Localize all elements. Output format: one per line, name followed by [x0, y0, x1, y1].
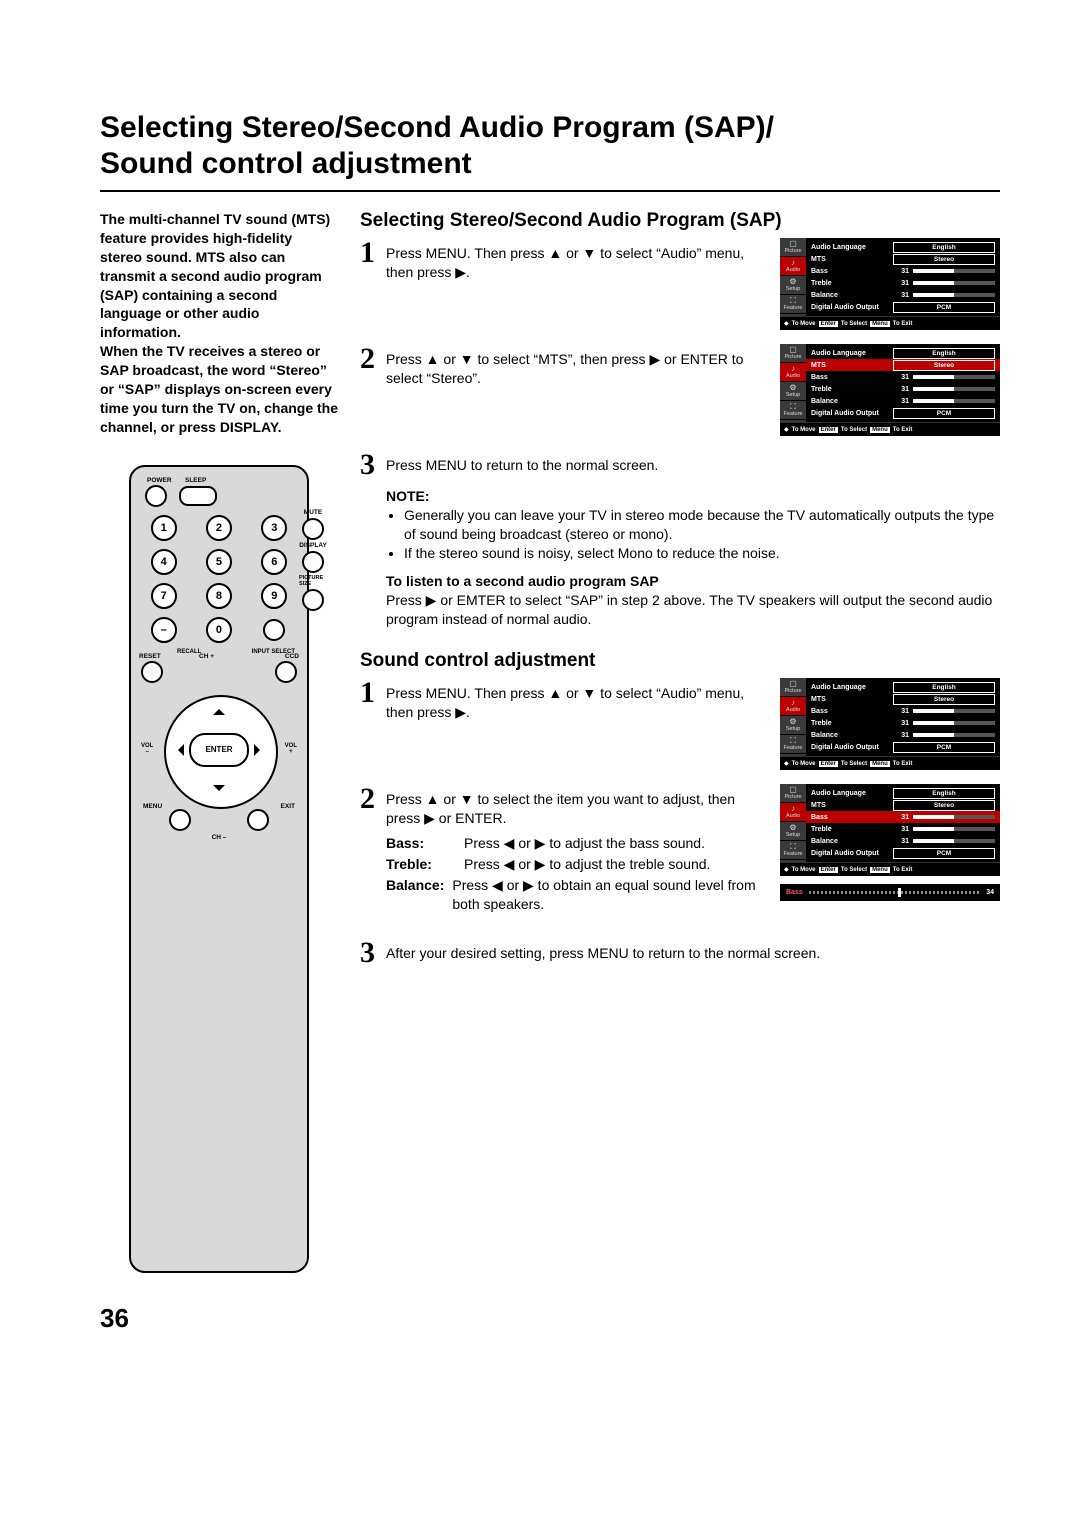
- step-a1-text: Press MENU. Then press ▲ or ▼ to select …: [386, 238, 770, 282]
- note-item-1: Generally you can leave your TV in stere…: [404, 506, 1000, 544]
- num-1[interactable]: 1: [151, 515, 177, 541]
- reset-button[interactable]: [141, 661, 163, 683]
- note-heading: NOTE:: [386, 488, 1000, 504]
- left-column: The multi-channel TV sound (MTS) feature…: [100, 210, 338, 1334]
- right-column: Selecting Stereo/Second Audio Program (S…: [360, 210, 1000, 1334]
- sap-body: Press ▶ or EMTER to select “SAP” in step…: [386, 591, 1000, 629]
- picture-size-button[interactable]: [302, 589, 324, 611]
- menu-label: MENU: [143, 803, 162, 810]
- balance-label: Balance:: [386, 876, 444, 914]
- num-3[interactable]: 3: [261, 515, 287, 541]
- section-b-heading: Sound control adjustment: [360, 650, 1000, 672]
- osd-screenshot-b1: ▢Picture ♪Audio ⚙Setup ⛶Feature Audio La…: [780, 678, 1000, 770]
- bass-label: Bass:: [386, 834, 456, 853]
- num-7[interactable]: 7: [151, 583, 177, 609]
- reset-label: RESET: [139, 653, 161, 660]
- note-list: Generally you can leave your TV in stere…: [386, 506, 1000, 563]
- step-a1-number: 1: [360, 238, 380, 282]
- exit-label: EXIT: [281, 803, 295, 810]
- chplus-label: CH +: [199, 653, 214, 660]
- step-a3-text: Press MENU to return to the normal scree…: [386, 450, 1000, 480]
- step-a2-text: Press ▲ or ▼ to select “MTS”, then press…: [386, 344, 770, 388]
- picsize-label: PICTURE SIZE: [299, 575, 327, 587]
- num-8[interactable]: 8: [206, 583, 232, 609]
- page-title: Selecting Stereo/Second Audio Program (S…: [100, 110, 1000, 182]
- page-number: 36: [100, 1303, 338, 1334]
- num-5[interactable]: 5: [206, 549, 232, 575]
- chminus-label: CH –: [212, 834, 227, 841]
- exit-button[interactable]: [247, 809, 269, 831]
- menu-button[interactable]: [169, 809, 191, 831]
- sleep-label: SLEEP: [185, 477, 206, 484]
- num-6[interactable]: 6: [261, 549, 287, 575]
- ccd-button[interactable]: [275, 661, 297, 683]
- osd-screenshot-a2: ▢Picture ♪Audio ⚙Setup ⛶Feature Audio La…: [780, 344, 1000, 436]
- content-columns: The multi-channel TV sound (MTS) feature…: [100, 210, 1000, 1334]
- right-arrow-icon[interactable]: [254, 744, 266, 756]
- balance-desc: Press ◀ or ▶ to obtain an equal sound le…: [452, 876, 770, 914]
- osd-screenshot-b2: ▢Picture ♪Audio ⚙Setup ⛶Feature Audio La…: [780, 784, 1000, 876]
- title-rule: [100, 190, 1000, 192]
- sleep-button[interactable]: [179, 486, 217, 506]
- power-button[interactable]: [145, 485, 167, 507]
- mute-label: MUTE: [304, 509, 322, 516]
- section-a-heading: Selecting Stereo/Second Audio Program (S…: [360, 210, 1000, 232]
- enter-button[interactable]: ENTER: [189, 733, 249, 767]
- step-a3-number: 3: [360, 450, 380, 480]
- num-2[interactable]: 2: [206, 515, 232, 541]
- adjustment-table: Bass: Press ◀ or ▶ to adjust the bass so…: [386, 834, 770, 914]
- manual-page: Selecting Stereo/Second Audio Program (S…: [0, 0, 1080, 1394]
- mute-button[interactable]: [302, 518, 324, 540]
- sap-subheading: To listen to a second audio program SAP: [386, 573, 1000, 589]
- treble-label: Treble:: [386, 855, 456, 874]
- bass-slider-panel: Bass 34: [780, 884, 1000, 901]
- dash-button[interactable]: –: [151, 617, 177, 643]
- step-b2-text: Press ▲ or ▼ to select the item you want…: [386, 791, 735, 826]
- remote-illustration: POWER SLEEP 1 2 3 4 5 6 7 8 9 –: [129, 465, 309, 1273]
- down-arrow-icon[interactable]: [213, 785, 225, 797]
- step-a2-number: 2: [360, 344, 380, 388]
- title-line-1: Selecting Stereo/Second Audio Program (S…: [100, 111, 774, 144]
- treble-desc: Press ◀ or ▶ to adjust the treble sound.: [464, 855, 710, 874]
- step-b2-number: 2: [360, 784, 380, 915]
- numpad: 1 2 3 4 5 6 7 8 9 – 0 MUTE DISPLAY: [141, 513, 297, 645]
- slider-track: [809, 891, 980, 894]
- title-line-2: Sound control adjustment: [100, 147, 472, 180]
- intro-text: The multi-channel TV sound (MTS) feature…: [100, 210, 338, 437]
- left-arrow-icon[interactable]: [172, 744, 184, 756]
- display-button[interactable]: [302, 551, 324, 573]
- step-b3-number: 3: [360, 938, 380, 968]
- num-4[interactable]: 4: [151, 549, 177, 575]
- power-label: POWER: [147, 477, 172, 484]
- bass-desc: Press ◀ or ▶ to adjust the bass sound.: [464, 834, 705, 853]
- input-select-button[interactable]: [263, 619, 285, 641]
- osd-screenshot-a1: ▢Picture ♪Audio ⚙Setup ⛶Feature Audio La…: [780, 238, 1000, 330]
- step-b3-text: After your desired setting, press MENU t…: [386, 938, 1000, 968]
- nav-ring: ENTER: [164, 695, 274, 805]
- num-9[interactable]: 9: [261, 583, 287, 609]
- note-item-2: If the stereo sound is noisy, select Mon…: [404, 544, 1000, 563]
- step-b1-number: 1: [360, 678, 380, 722]
- recall-label: RECALL: [177, 649, 201, 655]
- ccd-label: CCD: [285, 653, 299, 660]
- display-label: DISPLAY: [299, 542, 327, 549]
- num-0[interactable]: 0: [206, 617, 232, 643]
- up-arrow-icon[interactable]: [213, 703, 225, 715]
- step-b1-text: Press MENU. Then press ▲ or ▼ to select …: [386, 678, 770, 722]
